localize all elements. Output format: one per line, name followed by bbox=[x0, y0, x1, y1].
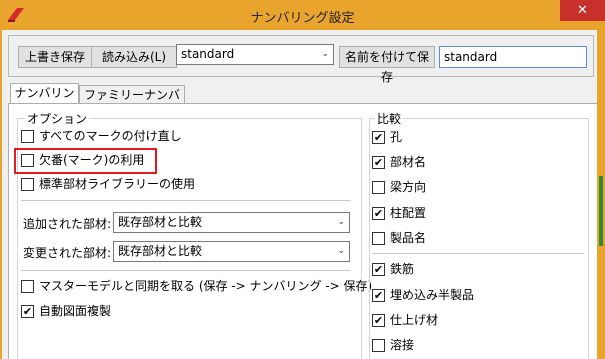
tab-numbering[interactable]: ナンバリング bbox=[10, 83, 79, 119]
checkbox-box[interactable]: ✔ bbox=[372, 314, 385, 327]
preset-dropdown[interactable]: standard ⌄ bbox=[176, 44, 334, 65]
close-button[interactable]: ✕ bbox=[560, 0, 605, 21]
overwrite-save-button[interactable]: 上書き保存 bbox=[18, 46, 92, 68]
checkbox-box[interactable] bbox=[21, 280, 34, 293]
tab-family-numbering[interactable]: ファミリーナンバリング bbox=[79, 85, 185, 121]
chevron-down-icon: ⌄ bbox=[337, 217, 345, 227]
checkbox-box[interactable] bbox=[372, 181, 385, 194]
added-parts-dropdown[interactable]: 既存部材と比較 ⌄ bbox=[113, 212, 350, 233]
checkbox-box[interactable] bbox=[21, 130, 34, 143]
checkbox-box[interactable]: ✔ bbox=[21, 305, 34, 318]
preset-toolbar: 上書き保存 読み込み(L) standard ⌄ 名前を付けて保存 standa… bbox=[8, 35, 594, 84]
changed-parts-dropdown[interactable]: 既存部材と比較 ⌄ bbox=[113, 241, 350, 262]
changed-parts-value: 既存部材と比較 bbox=[118, 244, 203, 258]
checkbox-box[interactable]: ✔ bbox=[372, 207, 385, 220]
window-right-edge bbox=[597, 21, 605, 359]
checkbox-box[interactable] bbox=[372, 339, 385, 352]
window-title: ナンバリング設定 bbox=[250, 11, 355, 26]
numbering-settings-window: ナンバリング設定 ✕ 上書き保存 読み込み(L) standard ⌄ 名前を付… bbox=[0, 0, 605, 359]
compare-group-label: 比較 bbox=[375, 110, 404, 127]
save-as-button[interactable]: 名前を付けて保存 bbox=[339, 46, 435, 84]
divider bbox=[21, 270, 351, 271]
title-bar[interactable]: ナンバリング設定 ✕ bbox=[0, 0, 605, 30]
checkbox-box[interactable] bbox=[21, 178, 34, 191]
checkbox-box[interactable]: ✔ bbox=[372, 289, 385, 302]
added-parts-label: 追加された部材: bbox=[23, 217, 112, 231]
options-group-label: オプション bbox=[25, 110, 90, 127]
checkbox-box[interactable]: ✔ bbox=[372, 131, 385, 144]
chevron-down-icon: ⌄ bbox=[321, 49, 329, 59]
save-as-name-input[interactable]: standard bbox=[439, 46, 587, 68]
preset-dropdown-value: standard bbox=[181, 47, 235, 61]
checkbox-box[interactable]: ✔ bbox=[372, 263, 385, 276]
chevron-down-icon: ⌄ bbox=[337, 246, 345, 256]
divider bbox=[21, 200, 351, 201]
numbering-tab-panel: オプション すべてのマークの付け直し 欠番(マーク)の利用 標準部材ライブラリー… bbox=[8, 103, 597, 359]
highlight-box bbox=[14, 148, 157, 174]
added-parts-value: 既存部材と比較 bbox=[118, 215, 203, 229]
changed-parts-label: 変更された部材: bbox=[23, 246, 112, 260]
divider bbox=[372, 253, 584, 254]
load-button[interactable]: 読み込み(L) bbox=[91, 46, 177, 68]
checkbox-box[interactable]: ✔ bbox=[372, 156, 385, 169]
window-left-border bbox=[0, 30, 2, 359]
checkbox-box[interactable] bbox=[372, 232, 385, 245]
